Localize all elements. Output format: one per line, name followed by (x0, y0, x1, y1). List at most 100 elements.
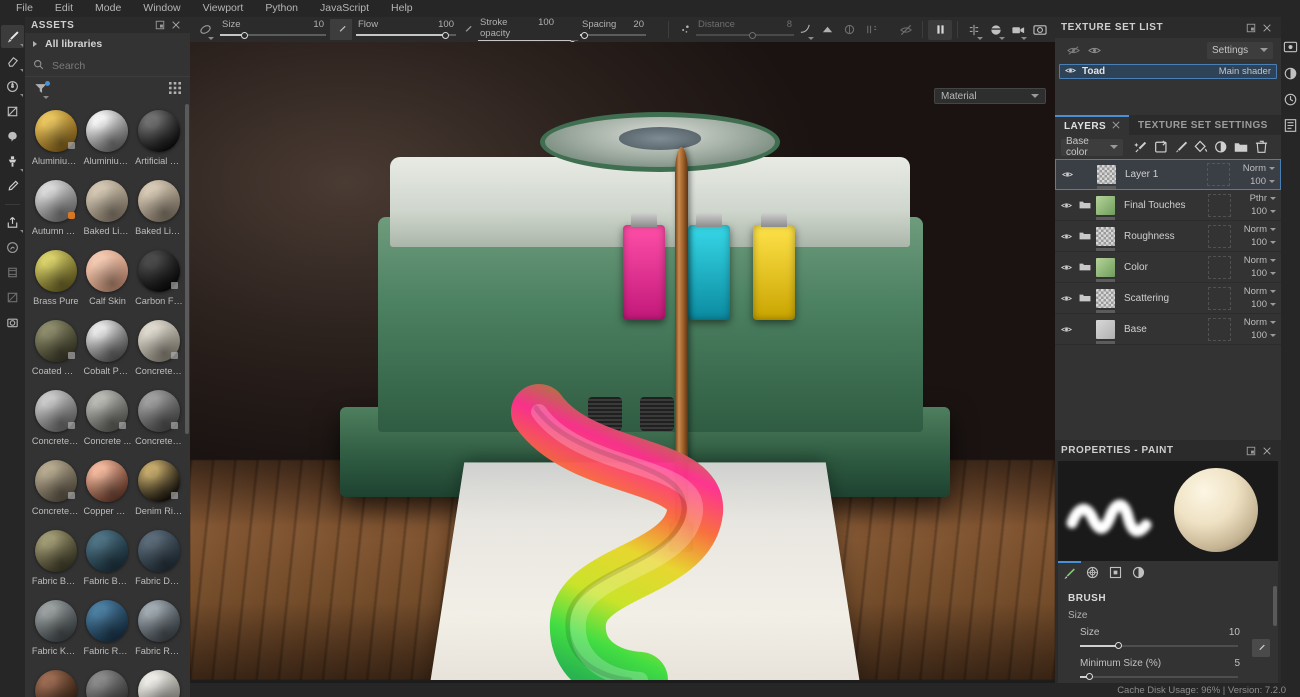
layer-opacity[interactable]: 100 (1251, 299, 1276, 310)
material-tab-icon[interactable] (1127, 561, 1150, 583)
layer-opacity[interactable]: 100 (1251, 237, 1276, 248)
texture-set-item-toad[interactable]: Toad Main shader (1059, 64, 1277, 79)
layer-row[interactable]: BaseNorm100 (1055, 314, 1281, 345)
add-effect-icon[interactable] (1131, 137, 1151, 157)
shader-settings-icon[interactable] (1282, 65, 1299, 82)
asset-item[interactable]: Brass Pure (31, 246, 81, 316)
library-selector[interactable]: All libraries (25, 33, 190, 55)
render-tool[interactable] (1, 311, 24, 334)
slider-distance[interactable]: Distance8 (696, 17, 794, 42)
layer-mask-slot[interactable] (1208, 256, 1231, 279)
brush-tab-icon[interactable] (1058, 561, 1081, 583)
tab-layers[interactable]: LAYERS (1055, 115, 1129, 135)
layer-blend-mode[interactable]: Norm (1244, 317, 1276, 328)
layer-opacity[interactable]: 100 (1251, 268, 1276, 279)
flow-pressure-toggle[interactable] (456, 19, 478, 41)
asset-item[interactable]: Fabric Soft... (31, 666, 81, 697)
asset-item[interactable]: Concrete C... (31, 386, 81, 456)
search-input[interactable] (52, 60, 187, 72)
asset-item[interactable]: Baked Ligh... (134, 176, 184, 246)
close-icon[interactable] (168, 17, 184, 33)
clone-stamp-tool[interactable] (1, 150, 24, 173)
close-icon[interactable] (1259, 20, 1275, 36)
asset-item[interactable]: Fabric Rou... (134, 596, 184, 666)
float-panel-icon[interactable] (1243, 443, 1259, 459)
assets-scrollbar[interactable] (185, 104, 189, 434)
layer-blend-mode[interactable]: Norm (1244, 286, 1276, 297)
stencil-tab-icon[interactable] (1104, 561, 1127, 583)
add-paint-layer-icon[interactable] (1171, 137, 1191, 157)
layer-mask-slot[interactable] (1207, 163, 1230, 186)
asset-item[interactable]: Artificial Le... (134, 106, 184, 176)
asset-item[interactable]: Fabric Bas... (83, 526, 133, 596)
export-tool[interactable] (1, 211, 24, 234)
brush-preset-icon[interactable] (194, 19, 216, 41)
layer-mask-slot[interactable] (1208, 318, 1231, 341)
polygon-fill-tool[interactable] (1, 100, 24, 123)
asset-item[interactable]: Fabric Knit... (31, 596, 81, 666)
layer-blend-mode[interactable]: Norm (1244, 255, 1276, 266)
channel-dropdown[interactable]: Base color (1061, 139, 1123, 156)
alignment-icon[interactable] (816, 19, 838, 41)
log-icon[interactable] (1282, 117, 1299, 134)
slider-stroke-opacity[interactable]: Stroke opacity100 (478, 17, 556, 42)
asset-item[interactable]: Autumn Le... (31, 176, 81, 246)
asset-item[interactable]: Baked Ligh... (83, 176, 133, 246)
tab-texture-set-settings[interactable]: TEXTURE SET SETTINGS (1129, 115, 1277, 135)
layer-mask-slot[interactable] (1208, 287, 1231, 310)
eraser-tool[interactable] (1, 50, 24, 73)
asset-item[interactable]: Copper Pure (83, 456, 133, 526)
add-fill-layer-icon[interactable] (1151, 137, 1171, 157)
asset-item[interactable]: Aluminium... (83, 106, 133, 176)
asset-item[interactable]: Coated Me... (31, 316, 81, 386)
asset-item[interactable]: Concrete S... (134, 386, 184, 456)
texture-set-settings-dropdown[interactable]: Settings (1207, 42, 1273, 59)
layer-blend-mode[interactable]: Norm (1243, 163, 1275, 174)
history-icon[interactable] (1282, 91, 1299, 108)
properties-scrollbar[interactable] (1273, 586, 1277, 626)
menu-item-javascript[interactable]: JavaScript (309, 0, 380, 17)
eye-icon[interactable] (1060, 201, 1073, 210)
asset-item[interactable]: Footprints (134, 666, 184, 697)
menu-item-viewport[interactable]: Viewport (192, 0, 255, 17)
add-folder-icon[interactable] (1231, 137, 1251, 157)
filter-icon[interactable] (34, 82, 48, 98)
asset-item[interactable]: Carbon Fib... (134, 246, 184, 316)
slider-spacing[interactable]: Spacing20 (580, 17, 646, 42)
projection-tool[interactable] (1, 75, 24, 98)
asset-item[interactable]: Concrete S... (31, 456, 81, 526)
scatter-icon[interactable] (674, 19, 696, 41)
asset-item[interactable]: Fabric Bam... (31, 526, 81, 596)
layer-row[interactable]: Layer 1Norm100 (1055, 159, 1281, 190)
eye-icon[interactable] (1060, 325, 1073, 334)
asset-item[interactable]: Concrete B... (134, 316, 184, 386)
screenshot-icon[interactable] (1029, 19, 1051, 41)
slider-size[interactable]: Size10 (220, 17, 326, 42)
video-render-icon[interactable] (1007, 19, 1029, 41)
layer-thumbnail[interactable] (1097, 165, 1116, 184)
asset-item[interactable]: Calf Skin (83, 246, 133, 316)
layer-thumbnail[interactable] (1096, 227, 1115, 246)
eye-icon[interactable] (1065, 66, 1076, 78)
add-mask-icon[interactable] (1211, 137, 1231, 157)
close-icon[interactable] (1112, 121, 1120, 132)
size-pressure-toggle-icon[interactable] (1252, 639, 1270, 657)
eye-icon[interactable] (1061, 170, 1074, 179)
eye-icon[interactable] (1060, 294, 1073, 303)
layer-thumbnail[interactable] (1096, 196, 1115, 215)
layer-row[interactable]: RoughnessNorm100 (1055, 221, 1281, 252)
layer-mask-slot[interactable] (1208, 194, 1231, 217)
layer-opacity[interactable]: 100 (1251, 206, 1276, 217)
geometry-mask-tool[interactable] (1, 261, 24, 284)
slider-flow[interactable]: Flow100 (356, 17, 456, 42)
asset-item[interactable]: Denim Rivet (134, 456, 184, 526)
float-panel-icon[interactable] (1243, 20, 1259, 36)
layer-row[interactable]: ColorNorm100 (1055, 252, 1281, 283)
falloff-icon[interactable] (794, 19, 816, 41)
eye-icon[interactable] (1060, 263, 1073, 272)
menu-item-help[interactable]: Help (380, 0, 424, 17)
pause-engine-icon[interactable] (928, 20, 952, 40)
show-all-icon[interactable] (1083, 45, 1105, 56)
float-panel-icon[interactable] (152, 17, 168, 33)
add-generator-icon[interactable] (1191, 137, 1211, 157)
